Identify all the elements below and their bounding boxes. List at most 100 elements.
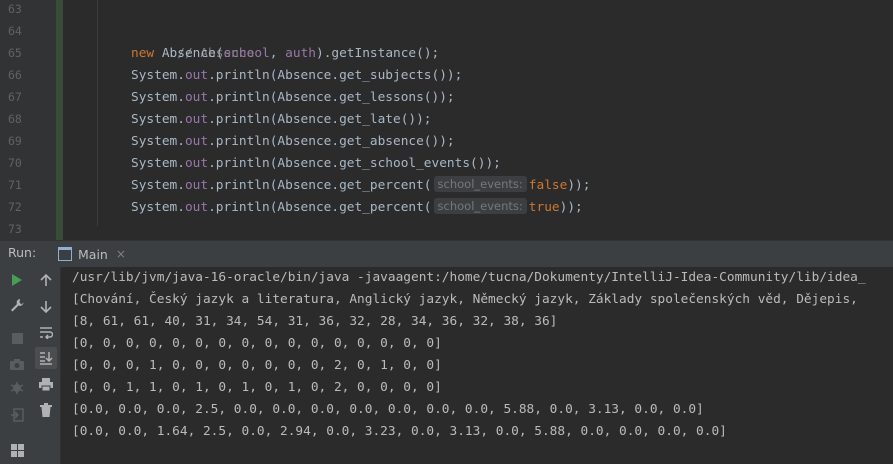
field: out [184, 156, 209, 171]
down-button[interactable] [35, 295, 57, 317]
clear-all-button[interactable] [35, 399, 57, 421]
code-line[interactable]: System.out.println(Absence.get_percent(s… [131, 175, 590, 197]
console-output[interactable]: /usr/lib/jvm/java-16-oracle/bin/java -ja… [61, 267, 893, 464]
line-number: 71 [8, 178, 22, 192]
class-name: System [131, 68, 178, 83]
class-name: Absence [277, 134, 332, 149]
code-line[interactable]: // Absence [131, 21, 254, 61]
argument: auth [285, 46, 316, 61]
method-call: .println( [208, 68, 278, 83]
parameter-hint: school_events: [433, 198, 527, 214]
run-tool-window-header: Run: Main × [0, 240, 893, 268]
method-call: .get_school_events()); [331, 156, 501, 171]
method-call: .get_absence()); [331, 134, 455, 149]
class-name: Absence [277, 178, 332, 193]
punctuation: )); [559, 200, 583, 215]
method-call: .get_percent( [331, 178, 432, 193]
trash-icon [40, 403, 52, 417]
line-number: 68 [8, 112, 22, 126]
code-editor[interactable]: 63 64 65 66 67 68 69 70 71 72 73 // Abse… [0, 0, 893, 240]
rerun-button[interactable] [6, 269, 28, 291]
punctuation: . [177, 112, 185, 127]
field: out [184, 134, 209, 149]
run-toolbar [0, 267, 33, 464]
punctuation: . [177, 156, 185, 171]
field: out [184, 68, 209, 83]
method-call: .println( [208, 90, 278, 105]
console-line: [0.0, 0.0, 1.64, 2.5, 0.0, 2.94, 0.0, 3.… [72, 424, 727, 439]
class-name: System [131, 112, 178, 127]
method-call: .println( [208, 112, 278, 127]
argument: school [223, 46, 270, 61]
code-line[interactable]: System.out.println(Absence.get_late()); [131, 109, 432, 131]
class-name: System [131, 200, 178, 215]
tab-title: Main [78, 246, 108, 262]
boolean-literal: false [528, 178, 568, 193]
arrow-down-icon [40, 300, 52, 313]
punctuation: . [177, 68, 185, 83]
tab-main[interactable]: Main × [52, 241, 136, 267]
class-name: System [131, 178, 178, 193]
close-icon[interactable]: × [116, 247, 126, 261]
punctuation: . [177, 134, 185, 149]
class-name: System [131, 156, 178, 171]
line-number: 66 [8, 68, 22, 82]
code-line[interactable]: System.out.println(Absence.get_school_ev… [131, 153, 501, 175]
method-call: .get_percent( [331, 200, 432, 215]
method-call: .get_late()); [331, 112, 432, 127]
code-line[interactable]: System.out.println(Absence.get_subjects(… [131, 65, 462, 87]
code-line[interactable]: new Absence(school, auth).getInstance(); [131, 43, 439, 65]
line-number: 65 [8, 46, 22, 60]
layout-button[interactable] [6, 439, 28, 461]
layout-icon [10, 443, 24, 457]
method-call: .get_subjects()); [331, 68, 463, 83]
print-button[interactable] [35, 373, 57, 395]
vcs-change-marker[interactable] [56, 0, 63, 240]
field: out [184, 90, 209, 105]
run-icon [12, 274, 22, 286]
exit-button[interactable] [6, 404, 28, 426]
console-line: [0, 0, 0, 0, 0, 0, 0, 0, 0, 0, 0, 0, 0, … [72, 336, 442, 351]
stop-icon [11, 332, 23, 344]
field: out [184, 112, 209, 127]
class-name: Absence [161, 46, 216, 61]
up-button[interactable] [35, 269, 57, 291]
code-line[interactable]: System.out.println(Absence.get_lessons()… [131, 87, 455, 109]
console-line: [Chování, Český jazyk a literatura, Angl… [72, 292, 858, 307]
debug-button[interactable] [6, 377, 28, 399]
method-call: .println( [208, 134, 278, 149]
console-line: [8, 61, 61, 40, 31, 34, 54, 31, 36, 32, … [72, 314, 558, 329]
punctuation: ( [215, 46, 224, 61]
settings-button[interactable] [6, 294, 28, 316]
line-number-gutter: 63 64 65 66 67 68 69 70 71 72 73 [0, 0, 60, 240]
debug-icon [10, 382, 24, 394]
punctuation: , [269, 46, 286, 61]
scroll-to-end-icon [40, 352, 53, 365]
camera-icon [10, 359, 24, 370]
scroll-to-end-button[interactable] [35, 347, 57, 369]
field: out [184, 178, 209, 193]
wrench-icon [11, 299, 24, 312]
method-call: .println( [208, 200, 278, 215]
class-name: Absence [277, 156, 332, 171]
console-line: [0.0, 0.0, 0.0, 2.5, 0.0, 0.0, 0.0, 0.0,… [72, 402, 704, 417]
line-number: 70 [8, 156, 22, 170]
boolean-literal: true [528, 200, 560, 215]
console-line: /usr/lib/jvm/java-16-oracle/bin/java -ja… [72, 270, 866, 285]
class-name: System [131, 134, 178, 149]
print-icon [39, 377, 53, 391]
line-number: 73 [8, 222, 22, 236]
keyword: new [131, 46, 155, 61]
class-name: Absence [277, 90, 332, 105]
parameter-hint: school_events: [433, 176, 527, 192]
stop-button[interactable] [6, 327, 28, 349]
indent-guide [97, 0, 98, 226]
soft-wrap-button[interactable] [35, 321, 57, 343]
console-line: [0, 0, 0, 1, 0, 0, 0, 0, 0, 0, 0, 2, 0, … [72, 358, 442, 373]
code-line[interactable]: System.out.println(Absence.get_percent(s… [131, 197, 583, 219]
method-call: .get_lessons()); [331, 90, 455, 105]
console-icon [58, 247, 72, 261]
field: out [184, 200, 209, 215]
dump-threads-button[interactable] [6, 353, 28, 375]
code-line[interactable]: System.out.println(Absence.get_absence()… [131, 131, 455, 153]
